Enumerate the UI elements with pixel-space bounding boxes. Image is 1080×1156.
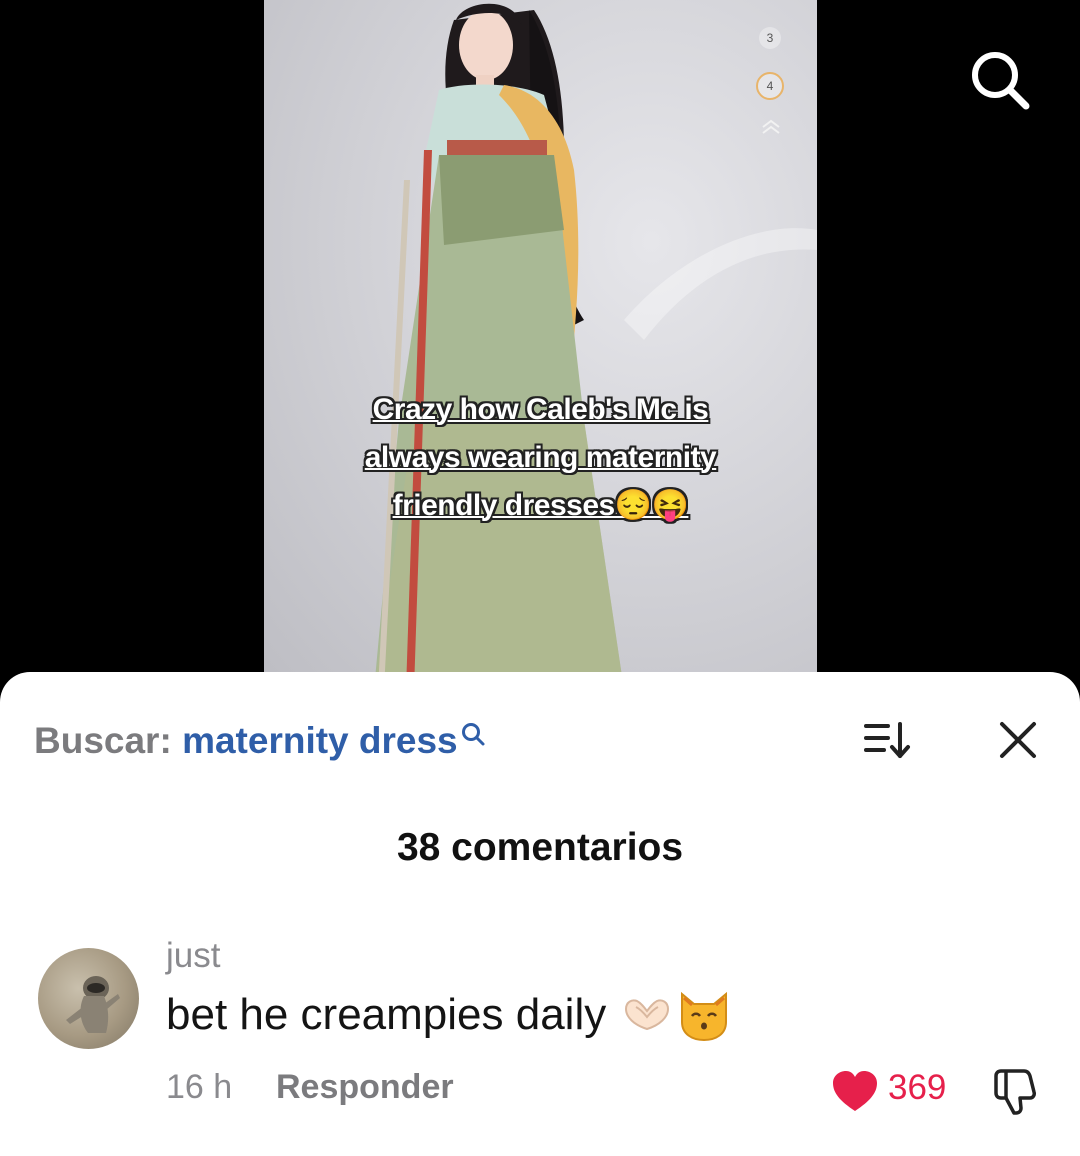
search-prefix-label: Buscar: — [34, 720, 183, 761]
chevron-up-icon[interactable] — [760, 118, 782, 136]
page-indicator-prev[interactable]: 3 — [759, 27, 781, 49]
reply-button[interactable]: Responder — [276, 1068, 454, 1107]
comment-count: 38 comentarios — [396, 826, 684, 869]
thumbs-down-icon[interactable] — [990, 1066, 1040, 1116]
comment-body: bet he creampies daily — [166, 988, 732, 1042]
comment-username[interactable]: just — [166, 936, 220, 976]
avatar-image — [66, 976, 120, 1033]
avatar[interactable] — [38, 948, 139, 1049]
search-term-link[interactable]: maternity dress — [182, 720, 458, 762]
sort-icon[interactable] — [860, 716, 916, 764]
video-caption: Crazy how Caleb's Mc is always wearing m… — [264, 386, 817, 530]
caption-line-3: friendly dresses😔😝 — [392, 489, 689, 522]
close-icon[interactable] — [996, 718, 1040, 762]
comment-text: bet he creampies daily — [166, 990, 607, 1039]
comment-search-suggestion[interactable]: Buscar: maternity dress — [34, 718, 486, 764]
video-frame[interactable]: Crazy how Caleb's Mc is always wearing m… — [264, 0, 817, 690]
caption-line-1: Crazy how Caleb's Mc is — [372, 393, 709, 426]
search-icon[interactable] — [966, 46, 1032, 112]
comment-timestamp: 16 h — [166, 1068, 233, 1106]
caption-line-2: always wearing maternity — [364, 441, 717, 474]
heart-hands-icon — [625, 999, 670, 1031]
page-indicator-current[interactable]: 4 — [756, 72, 784, 100]
heart-icon[interactable] — [830, 1068, 880, 1114]
kissing-cat-icon — [681, 991, 728, 1042]
character-image — [374, 3, 817, 690]
search-icon — [461, 723, 485, 746]
like-count: 369 — [888, 1068, 947, 1107]
video-player[interactable]: Crazy how Caleb's Mc is always wearing m… — [0, 0, 1080, 690]
